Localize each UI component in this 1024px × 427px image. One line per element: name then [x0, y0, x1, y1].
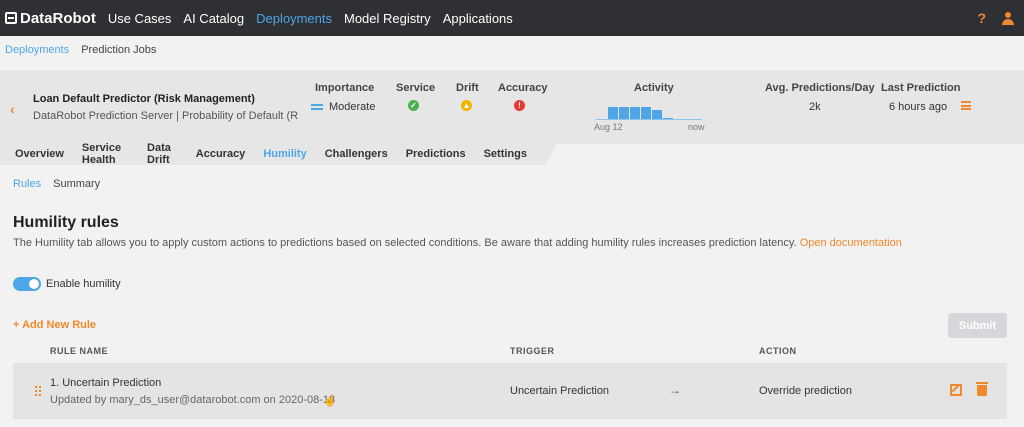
rule-updated-by: Updated by mary_ds_user@datarobot.com on…: [50, 394, 336, 406]
subtab-summary[interactable]: Summary: [53, 178, 100, 190]
avg-predictions-value: 2k: [809, 101, 821, 113]
activity-start-label: Aug 12: [594, 122, 623, 132]
hamburger-menu-icon[interactable]: [961, 101, 971, 110]
trash-icon[interactable]: [976, 382, 988, 396]
importance-label: Importance: [315, 82, 375, 94]
tab-overview[interactable]: Overview: [15, 148, 64, 160]
accuracy-status-icon[interactable]: !: [514, 100, 525, 111]
subtab-rules[interactable]: Rules: [13, 178, 41, 190]
activity-bar: [641, 107, 651, 119]
deployment-subtitle: DataRobot Prediction Server | Probabilit…: [33, 110, 298, 122]
user-icon[interactable]: [1002, 11, 1014, 25]
importance-value: Moderate: [329, 101, 376, 113]
rule-trigger: Uncertain Prediction: [510, 385, 610, 397]
tabs-corner: [545, 143, 557, 165]
drag-handle-icon[interactable]: [35, 386, 41, 396]
column-header-action: ACTION: [759, 346, 797, 356]
plus-icon: +: [13, 319, 23, 331]
humility-subtabs: Rules Summary: [13, 178, 112, 190]
last-prediction-label: Last Prediction: [881, 82, 961, 94]
nav-use-cases[interactable]: Use Cases: [108, 11, 172, 26]
tab-service-health[interactable]: Service Health: [82, 142, 129, 166]
brand-name: DataRobot: [20, 9, 96, 27]
submit-button[interactable]: Submit: [948, 313, 1007, 338]
back-chevron-icon[interactable]: ‹: [10, 101, 15, 117]
top-nav: DataRobot Use Cases AI Catalog Deploymen…: [0, 0, 1024, 36]
last-prediction-value: 6 hours ago: [889, 101, 948, 113]
breadcrumb-prediction-jobs[interactable]: Prediction Jobs: [81, 44, 156, 56]
tab-settings[interactable]: Settings: [484, 148, 527, 160]
rule-action: Override prediction: [759, 385, 852, 397]
activity-bar: [608, 107, 618, 119]
activity-sparkline[interactable]: [596, 98, 702, 120]
accuracy-label: Accuracy: [498, 82, 548, 94]
enable-humility-toggle[interactable]: [13, 277, 41, 291]
drift-status-icon[interactable]: ▲: [461, 100, 472, 111]
importance-icon: [311, 104, 323, 110]
drift-label: Drift: [456, 82, 479, 94]
mouse-cursor-icon: ☝: [323, 395, 337, 407]
column-header-rule-name: RULE NAME: [50, 346, 108, 356]
add-new-rule-button[interactable]: + Add New Rule: [13, 319, 96, 331]
tab-accuracy[interactable]: Accuracy: [196, 148, 246, 160]
enable-humility-label: Enable humility: [46, 278, 121, 290]
activity-label: Activity: [634, 82, 674, 94]
page-description: The Humility tab allows you to apply cus…: [13, 237, 902, 249]
add-new-rule-label: Add New Rule: [22, 319, 97, 331]
nav-model-registry[interactable]: Model Registry: [344, 11, 431, 26]
breadcrumb: Deployments Prediction Jobs: [5, 44, 168, 56]
activity-bar: [652, 110, 662, 119]
service-status-icon[interactable]: ✓: [408, 100, 419, 111]
page-title: Humility rules: [13, 214, 119, 231]
nav-applications[interactable]: Applications: [443, 11, 513, 26]
nav-ai-catalog[interactable]: AI Catalog: [183, 11, 244, 26]
breadcrumb-deployments[interactable]: Deployments: [5, 44, 69, 56]
activity-bar: [663, 118, 673, 119]
nav-deployments[interactable]: Deployments: [256, 11, 332, 26]
avg-predictions-label: Avg. Predictions/Day: [765, 82, 875, 94]
tab-predictions[interactable]: Predictions: [406, 148, 466, 160]
column-header-trigger: TRIGGER: [510, 346, 555, 356]
tab-data-drift[interactable]: Data Drift: [147, 142, 178, 166]
deployment-name: Loan Default Predictor (Risk Management): [33, 93, 255, 105]
tab-challengers[interactable]: Challengers: [325, 148, 388, 160]
help-icon[interactable]: ?: [977, 10, 986, 26]
edit-icon[interactable]: [950, 384, 962, 396]
activity-end-label: now: [688, 122, 705, 132]
open-documentation-link[interactable]: Open documentation: [800, 237, 902, 249]
service-label: Service: [396, 82, 436, 94]
activity-bar: [619, 107, 629, 119]
arrow-right-icon: →: [669, 383, 681, 397]
description-text: The Humility tab allows you to apply cus…: [13, 237, 797, 249]
deployment-tabs: Overview Service Health Data Drift Accur…: [0, 142, 545, 166]
robot-logo-icon: [5, 12, 17, 24]
tab-humility[interactable]: Humility: [263, 148, 306, 160]
activity-bar: [630, 107, 640, 119]
rule-name: 1. Uncertain Prediction: [50, 377, 162, 389]
datarobot-logo[interactable]: DataRobot: [5, 10, 96, 27]
